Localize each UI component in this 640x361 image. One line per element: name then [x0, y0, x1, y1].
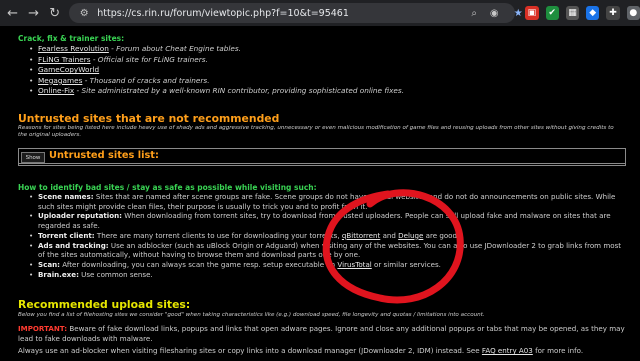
back-icon[interactable]: ←	[4, 4, 21, 22]
url-text[interactable]: https://cs.rin.ru/forum/viewtopic.php?f=…	[97, 8, 349, 19]
adblock-advice: Always use an ad-blocker when visiting f…	[18, 346, 584, 355]
forward-icon[interactable]: →	[25, 4, 42, 22]
tune-icon[interactable]: ⚙	[77, 6, 91, 20]
browser-toolbar: ← → ↻ ⚙ https://cs.rin.ru/forum/viewtopi…	[0, 0, 640, 26]
crack-section-title: Crack, fix & trainer sites:	[18, 34, 125, 43]
faq-link[interactable]: FAQ entry A03	[482, 346, 533, 355]
site-link[interactable]: Fearless Revolution	[38, 44, 109, 53]
bookmark-star-icon[interactable]: ★	[511, 6, 525, 20]
spoiler-body	[18, 162, 626, 166]
recommended-note: Below you find a list of filehosting sit…	[18, 312, 485, 318]
extension-icon-red[interactable]: ▣	[525, 6, 539, 20]
list-item: Megagames - Thousand of cracks and train…	[29, 76, 404, 87]
extension-icon-blue[interactable]: ◆	[586, 6, 600, 20]
site-link[interactable]: Megagames	[38, 76, 82, 85]
extension-icon-grey[interactable]: ▦	[565, 6, 580, 20]
untrusted-heading: Untrusted sites that are not recommended	[18, 112, 280, 125]
list-item: Fearless Revolution - Forum about Cheat …	[29, 44, 404, 55]
crack-sites-list: Fearless Revolution - Forum about Cheat …	[29, 44, 404, 97]
site-link[interactable]: GameCopyWorld	[38, 65, 99, 74]
list-item: GameCopyWorld	[29, 65, 404, 76]
site-link[interactable]: Online-Fix	[38, 86, 74, 95]
extensions-puzzle-icon[interactable]: ✚	[606, 6, 620, 20]
annotation-circle	[322, 189, 464, 304]
identify-section-title: How to identify bad sites / stay as safe…	[18, 183, 317, 192]
list-item: Online-Fix - Site administrated by a wel…	[29, 86, 404, 97]
untrusted-note: Reasons for sites being listed here incl…	[18, 125, 614, 139]
important-warning: IMPORTANT: Beware of fake download links…	[18, 324, 625, 343]
site-link[interactable]: FLiNG Trainers	[38, 55, 91, 64]
zoom-icon[interactable]: ⌕	[467, 6, 481, 20]
recommended-heading: Recommended upload sites:	[18, 298, 191, 311]
profile-icon[interactable]: ●	[626, 6, 640, 20]
address-bar[interactable]: ⚙ https://cs.rin.ru/forum/viewtopic.php?…	[69, 3, 523, 23]
eye-icon[interactable]: ◉	[487, 6, 501, 20]
reload-icon[interactable]: ↻	[46, 4, 63, 22]
extension-icon-shield[interactable]: ✔	[545, 6, 559, 20]
untrusted-list-title: Untrusted sites list:	[49, 150, 159, 161]
list-item: FLiNG Trainers - Official site for FLiNG…	[29, 55, 404, 66]
